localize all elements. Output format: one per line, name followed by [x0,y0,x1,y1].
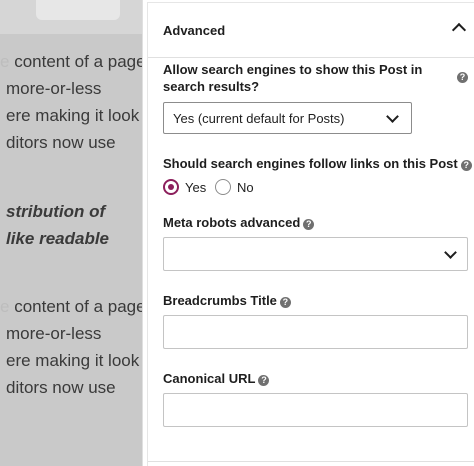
canonical-url-input[interactable] [163,393,468,427]
bg-text-line: stribution of [6,202,106,221]
index-question-label: Allow search engines to show this Post i… [163,62,423,94]
bg-text-line: more-or-less [6,324,102,343]
panel-divider [148,461,474,462]
advanced-settings-panel: Advanced Allow search engines to show th… [142,0,474,466]
help-icon[interactable]: ? [303,219,315,230]
follow-yes-radio[interactable] [163,179,179,195]
meta-robots-label: Meta robots advanced? [163,214,315,231]
bg-text-line: ditors now use [6,133,116,152]
follow-no-label: No [237,180,254,195]
search-visibility-value: Yes (current default for Posts) [173,111,345,126]
bg-text-line: ere making it look [6,106,140,125]
breadcrumbs-title-input[interactable] [163,315,468,349]
bg-text-line: like readable [6,229,110,248]
follow-no-radio[interactable] [215,179,231,195]
help-icon[interactable]: ? [457,72,468,83]
bg-text-line: ere making it look [6,351,140,370]
chevron-down-icon [444,246,457,259]
breadcrumbs-title-label: Breadcrumbs Title? [163,292,291,309]
panel-body: Advanced Allow search engines to show th… [147,2,474,466]
editor-background: e content of a page more-or-less ere mak… [0,0,142,466]
section-title: Advanced [163,23,226,38]
bg-text-line: ditors now use [6,378,116,397]
canonical-url-label: Canonical URL? [163,370,270,387]
follow-question-label: Should search engines follow links on th… [163,155,472,172]
help-icon[interactable]: ? [258,375,270,386]
chevron-down-icon [386,110,399,123]
help-icon[interactable]: ? [279,297,291,308]
bg-text-line: e content of a page [0,297,142,316]
meta-robots-select[interactable] [163,237,468,271]
bg-text-line: e content of a page [0,52,142,71]
search-visibility-select[interactable]: Yes (current default for Posts) [163,102,412,134]
bg-text-line: more-or-less [6,79,102,98]
help-icon[interactable]: ? [460,160,472,171]
advanced-section-toggle[interactable]: Advanced [148,3,474,58]
editor-top-card [36,0,120,20]
follow-yes-label: Yes [185,180,207,195]
chevron-up-icon [451,22,467,38]
